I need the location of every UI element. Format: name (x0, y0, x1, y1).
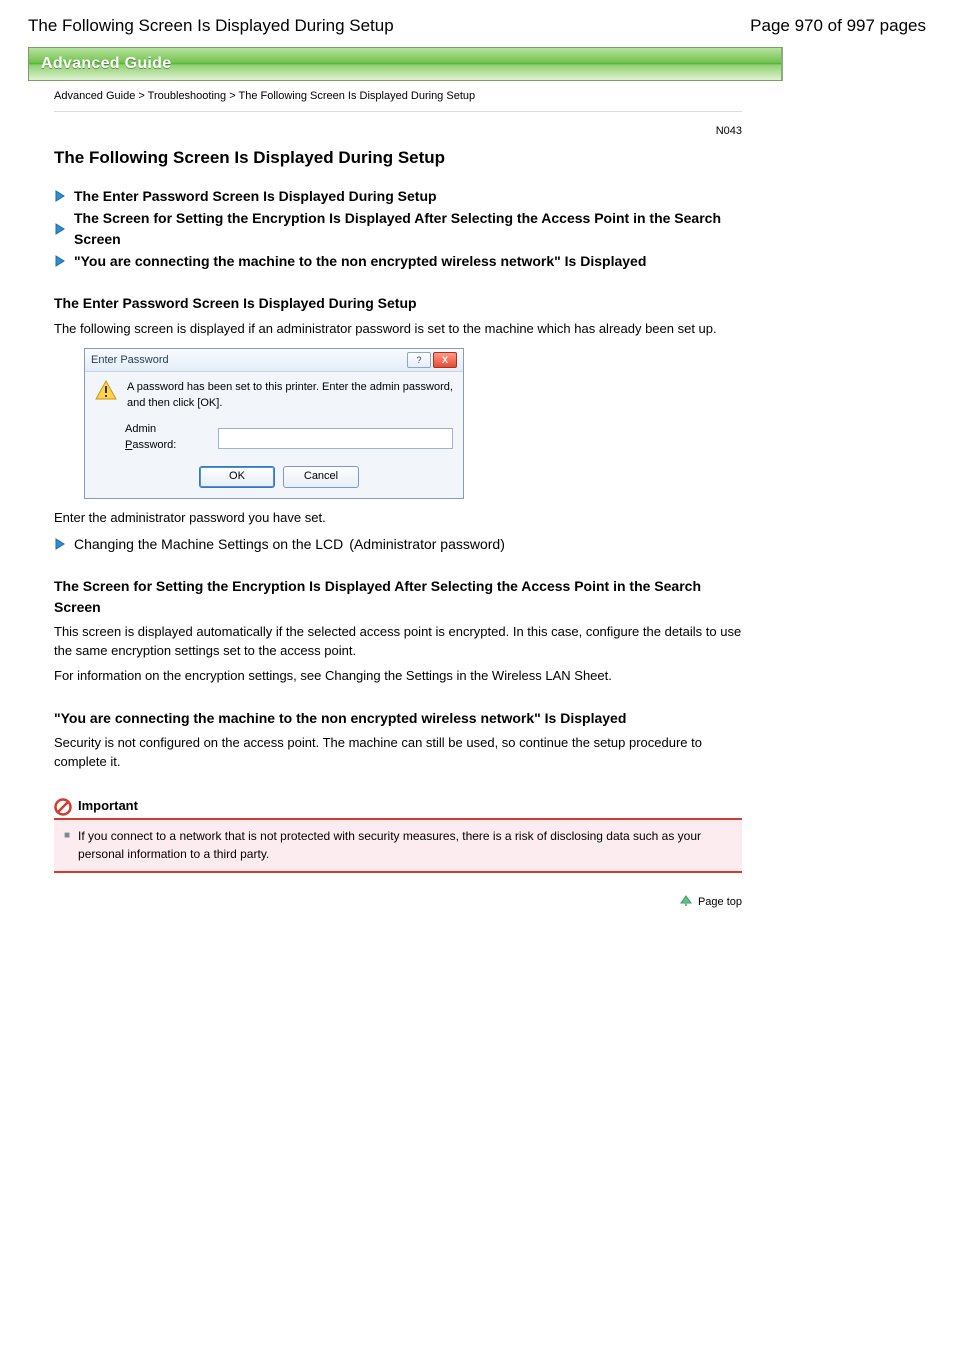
section-body-encryption-1: This screen is displayed automatically i… (54, 623, 742, 661)
arrow-up-icon (680, 895, 692, 907)
page-top-link[interactable]: Page top (54, 895, 742, 911)
section-heading-nonencrypted: "You are connecting the machine to the n… (54, 708, 742, 728)
page-top-label: Page top (698, 895, 742, 911)
guide-banner: Advanced Guide (28, 47, 783, 81)
cancel-button[interactable]: Cancel (283, 466, 359, 488)
toc-link-3[interactable]: "You are connecting the machine to the n… (74, 251, 646, 271)
important-text: If you connect to a network that is not … (78, 828, 732, 863)
section-heading-password: The Enter Password Screen Is Displayed D… (54, 293, 742, 313)
arrow-right-icon (54, 254, 68, 268)
enter-password-dialog: Enter Password ? X A password has been s… (84, 348, 464, 499)
arrow-right-icon (54, 189, 68, 203)
password-label: Admin Password: (125, 422, 210, 454)
dialog-close-button[interactable]: X (433, 352, 457, 368)
important-label: Important (78, 797, 138, 816)
section-heading-encryption: The Screen for Setting the Encryption Is… (54, 576, 742, 617)
arrow-right-icon (54, 222, 68, 236)
page-title: The Following Screen Is Displayed During… (54, 146, 742, 171)
after-dialog-text: Enter the administrator password you hav… (54, 509, 742, 528)
dialog-help-button[interactable]: ? (407, 352, 431, 368)
breadcrumb: Advanced Guide > Troubleshooting > The F… (54, 89, 742, 105)
link-change-settings[interactable]: Changing the Machine Settings on the LCD (74, 534, 343, 554)
toc-link-2[interactable]: The Screen for Setting the Encryption Is… (74, 208, 742, 249)
section-body-encryption-2: For information on the encryption settin… (54, 667, 742, 686)
link-suffix: (Administrator password) (349, 534, 505, 554)
important-body: ■ If you connect to a network that is no… (54, 820, 742, 873)
ok-button[interactable]: OK (199, 466, 275, 488)
arrow-right-icon (54, 537, 68, 551)
page-title-left: The Following Screen Is Displayed During… (28, 14, 394, 39)
admin-password-input[interactable] (218, 428, 453, 449)
doc-id: N043 (54, 124, 742, 140)
toc-link-1[interactable]: The Enter Password Screen Is Displayed D… (74, 186, 437, 206)
dialog-title: Enter Password (91, 353, 169, 369)
divider (54, 111, 742, 112)
section-lead-password: The following screen is displayed if an … (54, 320, 742, 339)
section-body-nonencrypted: Security is not configured on the access… (54, 734, 742, 772)
dialog-message: A password has been set to this printer.… (127, 380, 453, 412)
important-header: Important (54, 797, 742, 820)
bullet-icon: ■ (64, 828, 70, 863)
page-counter: Page 970 of 997 pages (750, 14, 926, 39)
warning-icon (95, 380, 117, 400)
prohibit-icon (54, 798, 72, 816)
